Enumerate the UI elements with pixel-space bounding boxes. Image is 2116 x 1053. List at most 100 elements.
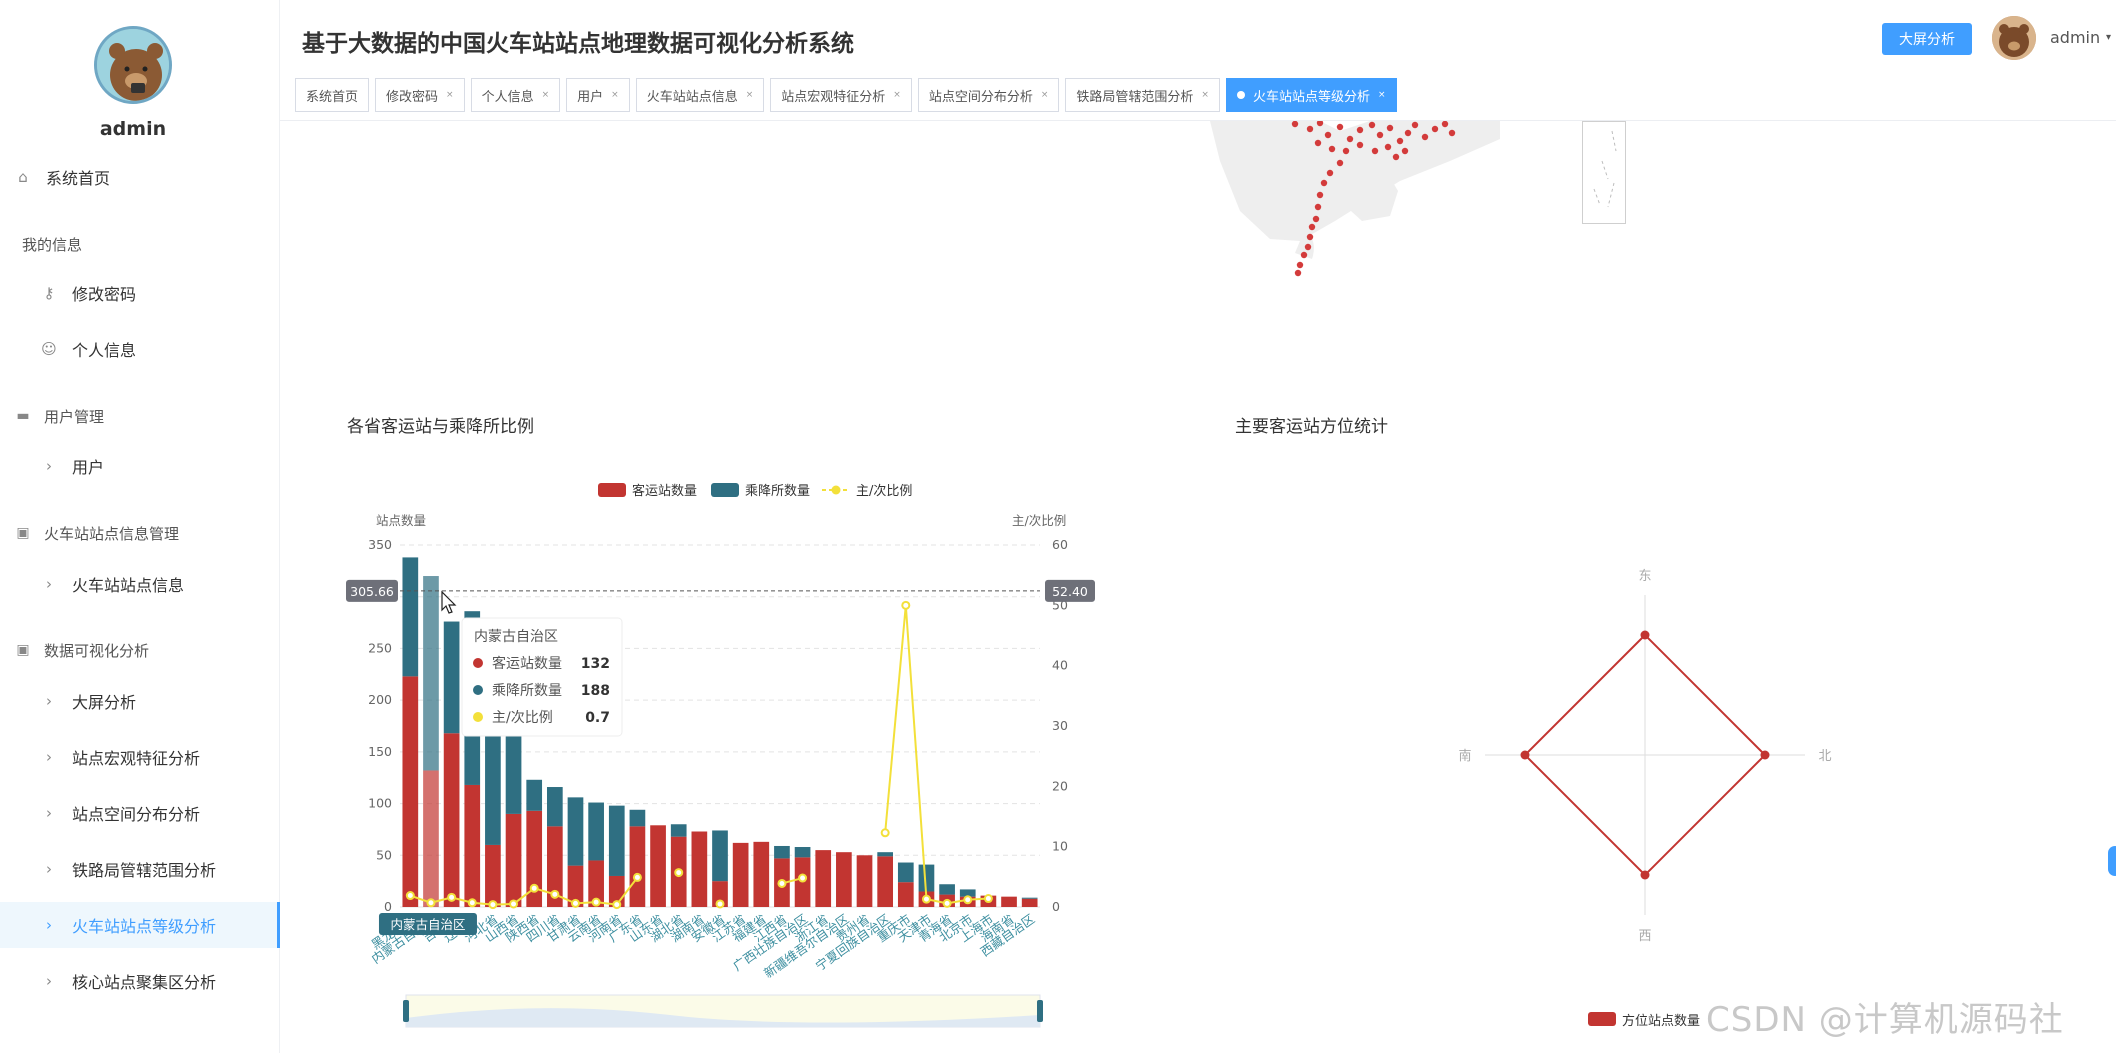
ratio-point[interactable] [715,899,725,909]
data-zoom-handle-left[interactable] [403,1000,409,1022]
tab-item[interactable]: 修改密码 × [375,78,465,112]
bar-passenger-station[interactable] [856,855,873,907]
sidebar-item[interactable]: › 火车站站点信息 [0,561,280,607]
header-avatar[interactable] [1992,16,2036,60]
ratio-point[interactable] [447,892,457,902]
bar-stop-point[interactable] [546,787,563,827]
tab-item[interactable]: 铁路局管辖范围分析 × [1065,78,1220,112]
ratio-point[interactable] [529,883,539,893]
ratio-point[interactable] [591,897,601,907]
ratio-point[interactable] [674,868,684,878]
bar-stop-point[interactable] [402,557,419,677]
tab-item[interactable]: 系统首页 [295,78,370,112]
legend-label[interactable]: 主/次比例 [856,483,912,499]
header-username[interactable]: admin [2050,28,2100,47]
bar-stop-point[interactable] [588,802,604,861]
bar-passenger-station[interactable] [836,852,852,907]
sidebar-item[interactable]: › 用户 [0,443,280,489]
tab-item[interactable]: 用户 × [566,78,630,112]
bar-passenger-station[interactable] [732,842,749,907]
sidebar-item[interactable]: › 大屏分析 [0,678,280,724]
bar-passenger-station[interactable] [815,850,832,907]
radar-legend-swatch[interactable] [1588,1010,1616,1026]
radar-point[interactable] [1760,750,1770,760]
radar-point[interactable] [1640,630,1650,640]
radar-point[interactable] [1640,870,1650,880]
bar-passenger-station[interactable] [1021,898,1038,907]
bar-stop-point[interactable] [629,809,646,827]
sidebar-group[interactable]: ▬ 用户管理 [0,396,280,436]
sidebar-item[interactable]: › 站点宏观特征分析 [0,734,280,780]
ratio-point[interactable] [983,894,993,904]
ratio-point[interactable] [509,899,519,909]
sidebar-item[interactable]: › 火车站站点等级分析 [0,902,280,948]
bar-stop-point[interactable] [774,845,790,859]
tab-item[interactable]: 站点空间分布分析 × [917,78,1060,112]
bar-passenger-station[interactable] [485,844,501,907]
close-icon[interactable]: × [1041,90,1049,100]
bar-stop-point[interactable] [423,576,439,771]
ratio-point[interactable] [921,894,931,904]
legend-swatch[interactable] [598,483,626,497]
tab-item[interactable]: 个人信息 × [470,78,561,112]
bar-passenger-station[interactable] [1001,896,1017,907]
ratio-point[interactable] [467,898,477,908]
user-dropdown-caret-icon[interactable]: ▾ [2106,32,2111,43]
bar-passenger-station[interactable] [650,825,666,907]
legend-label[interactable]: 客运站数量 [632,483,697,499]
bar-passenger-station[interactable] [629,826,646,907]
close-icon[interactable]: × [893,90,901,100]
close-icon[interactable]: × [1201,90,1209,100]
bar-passenger-station[interactable] [505,813,522,907]
bar-stop-point[interactable] [877,852,894,857]
bar-stop-point[interactable] [794,847,811,858]
bar-passenger-station[interactable] [691,831,708,907]
data-zoom-handle-right[interactable] [1037,1000,1043,1022]
ratio-point[interactable] [488,900,498,910]
sidebar-item[interactable]: ⌂ 系统首页 [0,154,280,200]
radar-point[interactable] [1520,750,1530,760]
ratio-point[interactable] [612,900,622,910]
legend-label[interactable]: 乘降所数量 [745,484,810,499]
floating-handle[interactable] [2108,846,2116,876]
radar-legend-label[interactable]: 方位站点数量 [1622,1010,1700,1029]
sidebar-avatar[interactable] [94,26,172,104]
ratio-point[interactable] [405,891,415,901]
ratio-point[interactable] [550,889,560,899]
sidebar-item[interactable]: › 站点空间分布分析 [0,790,280,836]
bar-stop-point[interactable] [939,884,955,895]
sidebar-group[interactable]: ▣ 火车站站点信息管理 [0,513,280,553]
bar-stop-point[interactable] [712,830,728,882]
tab-item[interactable]: 火车站站点信息 × [635,78,765,112]
close-icon[interactable]: × [746,90,754,100]
bar-stop-point[interactable] [608,805,625,876]
sidebar-item[interactable]: ☺ 个人信息 [0,326,280,372]
bar-stop-point[interactable] [670,824,687,837]
bar-passenger-station[interactable] [423,770,439,907]
close-icon[interactable]: × [611,90,619,100]
ratio-point[interactable] [798,873,808,883]
bar-stop-point[interactable] [1021,897,1038,899]
sidebar-item[interactable]: › 铁路局管辖范围分析 [0,846,280,892]
sidebar-group[interactable]: 我的信息 [0,224,280,264]
ratio-point[interactable] [570,898,580,908]
ratio-point[interactable] [777,878,787,888]
big-screen-button[interactable]: 大屏分析 [1882,23,1972,55]
bar-stop-point[interactable] [567,797,584,866]
legend-swatch[interactable] [711,483,739,497]
bar-stop-point[interactable] [443,621,460,734]
close-icon[interactable]: × [542,90,550,100]
ratio-point[interactable] [963,895,973,905]
legend-dot[interactable] [831,485,841,495]
sidebar-item[interactable]: › 核心站点聚集区分析 [0,958,280,1004]
tab-item[interactable]: 站点宏观特征分析 × [770,78,912,112]
bar-stop-point[interactable] [897,862,914,883]
bar-passenger-station[interactable] [443,733,460,907]
bar-passenger-station[interactable] [464,784,481,907]
bar-passenger-station[interactable] [753,841,770,907]
bar-passenger-station[interactable] [877,856,894,907]
bar-passenger-station[interactable] [897,882,914,907]
ratio-point[interactable] [632,872,642,882]
bar-stop-point[interactable] [526,779,543,811]
tab-item[interactable]: 火车站站点等级分析 × [1225,78,1397,112]
